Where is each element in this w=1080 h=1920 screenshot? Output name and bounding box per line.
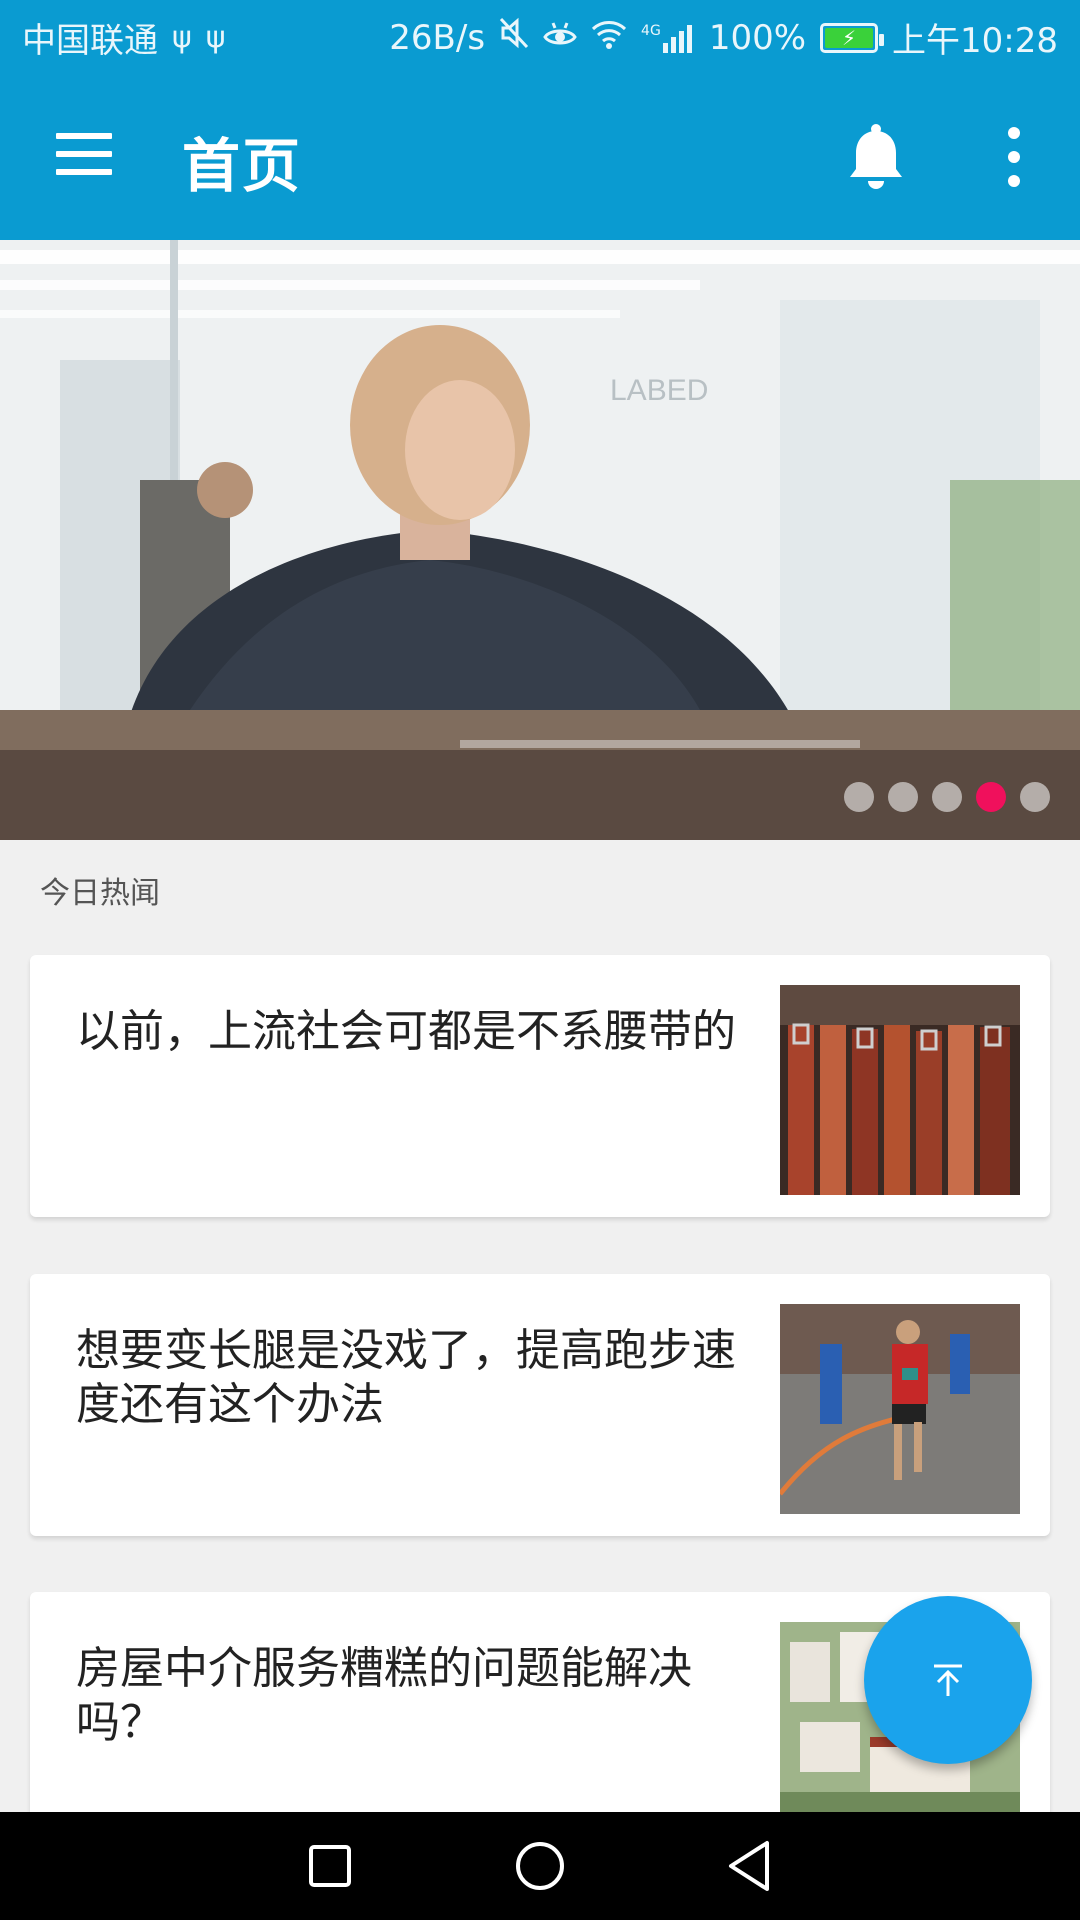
carousel-dot-active[interactable] <box>976 782 1006 812</box>
news-card[interactable]: 想要变长腿是没戏了，提高跑步速度还有这个办法 <box>30 1274 1050 1536</box>
recent-apps-icon[interactable] <box>300 1836 360 1896</box>
news-title: 想要变长腿是没戏了，提高跑步速度还有这个办法 <box>76 1325 736 1430</box>
system-nav-bar <box>0 1812 1080 1920</box>
network-type: 4G <box>641 22 661 39</box>
eye-comfort-icon <box>543 18 577 58</box>
page-title: 首页 <box>182 132 303 200</box>
back-icon[interactable] <box>720 1836 780 1896</box>
bell-icon[interactable] <box>846 123 906 193</box>
battery-icon: ⚡ <box>820 22 885 53</box>
carousel-dot[interactable] <box>844 782 874 812</box>
app-bar: 首页 <box>0 75 1080 240</box>
banner-sign-text: LABED <box>610 374 708 407</box>
section-label: 今日热闻 <box>40 876 160 911</box>
banner-carousel[interactable]: LABED <box>0 240 1080 840</box>
carousel-indicator <box>844 782 1050 812</box>
news-card[interactable]: 以前，上流社会可都是不系腰带的 <box>30 955 1050 1217</box>
carousel-dot[interactable] <box>888 782 918 812</box>
clock: 上午10:28 <box>892 21 1058 61</box>
mute-icon <box>499 17 529 58</box>
news-thumbnail <box>780 985 1020 1195</box>
banner-image: LABED <box>0 240 1080 840</box>
news-title: 房屋中介服务糟糕的问题能解决吗？ <box>76 1643 692 1748</box>
4g-signal-icon: 4G <box>641 23 695 53</box>
carrier-label: 中国联通 <box>22 21 158 61</box>
usb-icon: ψ <box>205 20 226 55</box>
scroll-to-top-button[interactable] <box>864 1596 1032 1764</box>
carousel-dot[interactable] <box>932 782 962 812</box>
arrow-to-top-icon <box>934 1664 962 1696</box>
battery-percent: 100% <box>708 17 807 58</box>
news-thumbnail <box>780 1304 1020 1514</box>
home-icon[interactable] <box>510 1836 570 1896</box>
wifi-icon <box>591 18 627 58</box>
usb-icon: ψ <box>172 20 192 55</box>
net-speed: 26B/s <box>389 17 486 58</box>
carousel-dot[interactable] <box>1020 782 1050 812</box>
more-vert-icon[interactable] <box>1002 127 1026 187</box>
news-title: 以前，上流社会可都是不系腰带的 <box>76 1006 736 1057</box>
menu-icon[interactable] <box>56 133 112 175</box>
status-bar: 中国联通 ψ ψ 26B/s 4G 100% ⚡ 上午10:28 <box>0 0 1080 75</box>
